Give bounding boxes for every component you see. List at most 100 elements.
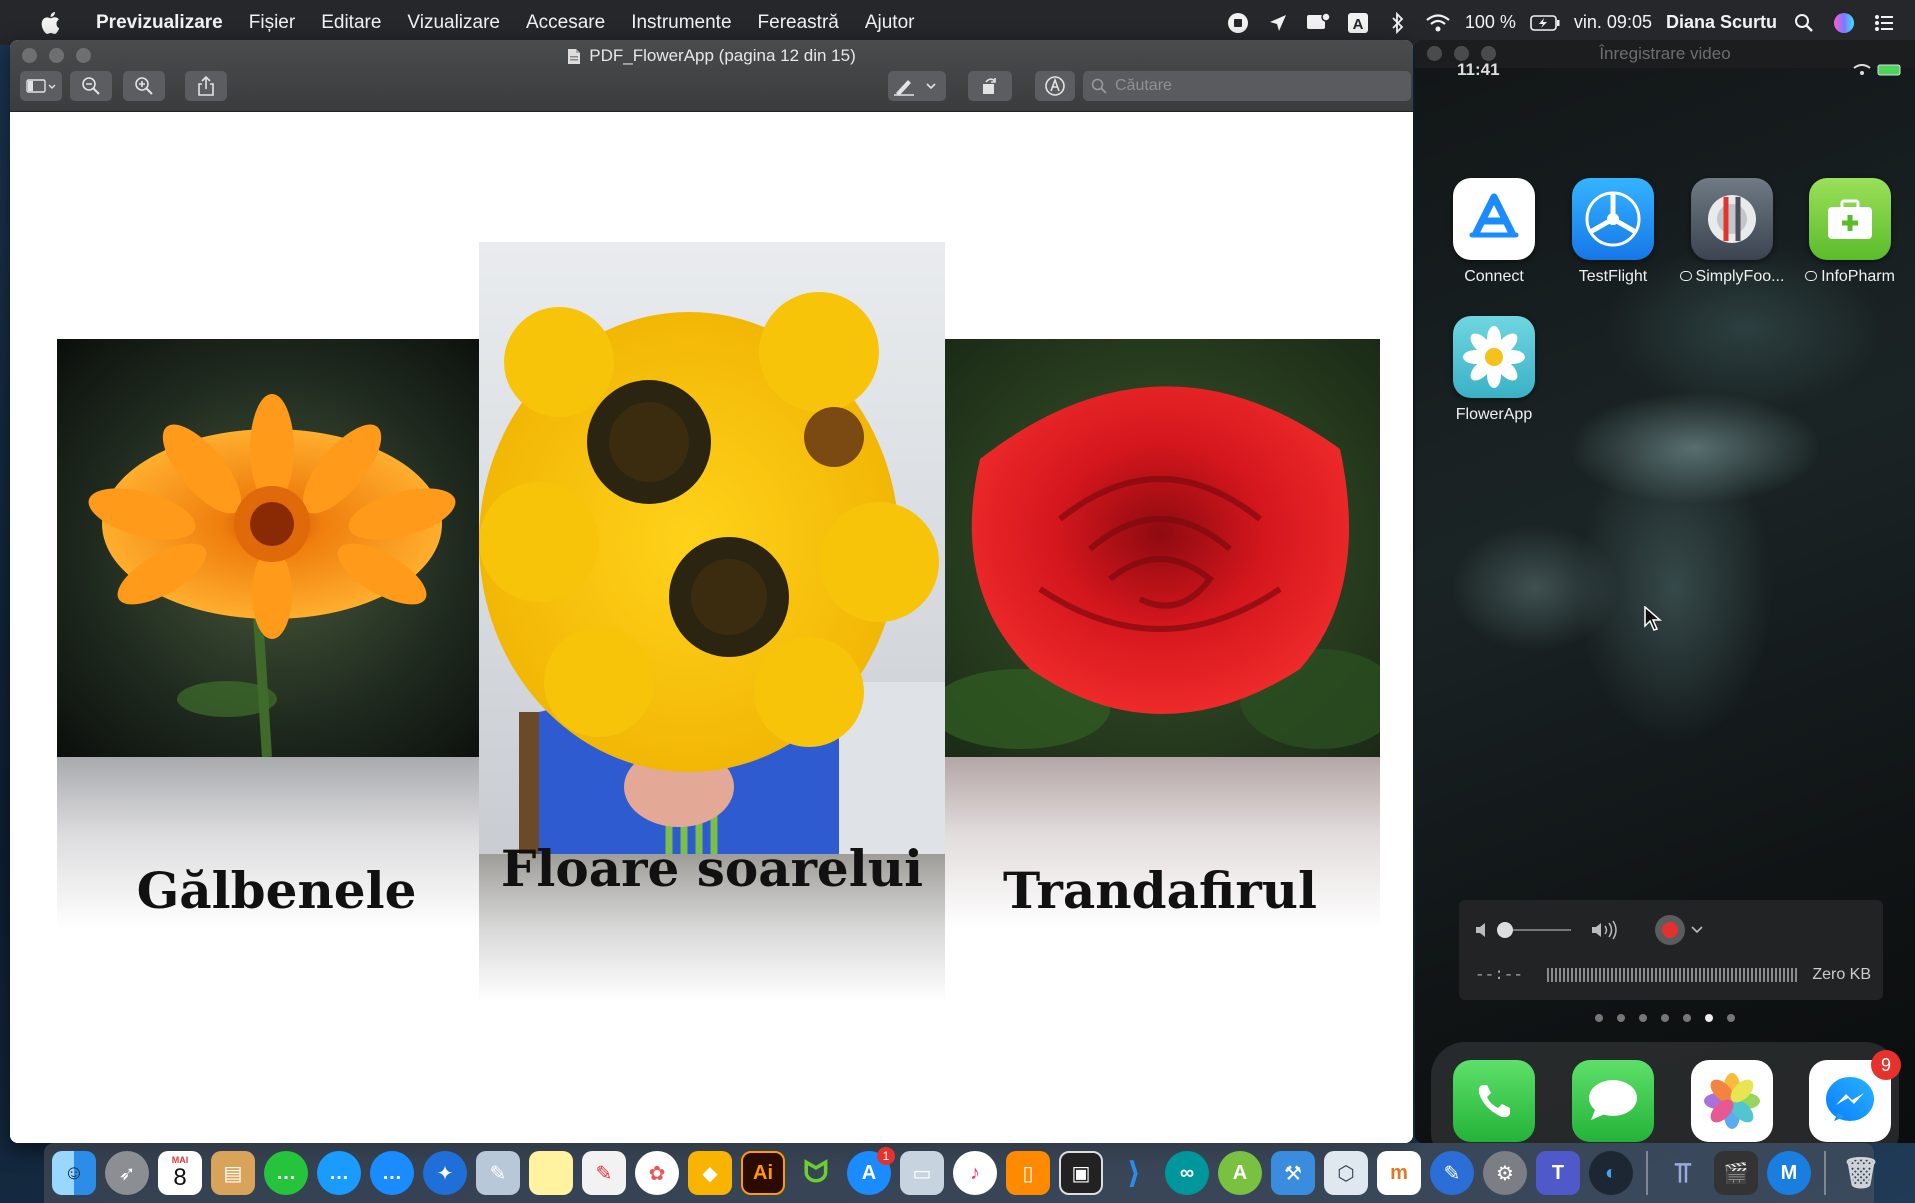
- teams-icon[interactable]: T: [1536, 1151, 1580, 1195]
- app-flowerapp[interactable]: FlowerApp: [1453, 316, 1535, 424]
- menu-help[interactable]: Ajutor: [865, 12, 915, 34]
- music-icon[interactable]: ♪: [953, 1151, 997, 1195]
- screenflow-icon[interactable]: ◐: [1589, 1151, 1633, 1195]
- page-dot-active: [1705, 1014, 1713, 1022]
- input-source-icon[interactable]: A: [1345, 9, 1371, 37]
- messages-mac-icon[interactable]: …: [370, 1151, 414, 1195]
- android-studio-icon[interactable]: A: [1218, 1151, 1262, 1195]
- notes-icon[interactable]: [529, 1151, 573, 1195]
- messages-icon[interactable]: [1572, 1060, 1654, 1142]
- app-connect[interactable]: Connect: [1453, 178, 1535, 286]
- trash-icon[interactable]: 🗑: [1839, 1151, 1883, 1195]
- battery-icon[interactable]: [1530, 9, 1560, 37]
- arduino-icon[interactable]: ∞: [1165, 1151, 1209, 1195]
- pdf-page: Gălbenele Trandafirul Floare soarelui: [10, 112, 1413, 1143]
- window-manager-icon[interactable]: ▣: [1059, 1151, 1103, 1195]
- keynote-icon[interactable]: ⫪: [1661, 1151, 1705, 1195]
- rotate-button[interactable]: [968, 71, 1012, 101]
- screen-record-icon[interactable]: [1225, 9, 1251, 37]
- calendar-day: 8: [173, 1163, 187, 1191]
- sidebar-toggle-button[interactable]: [20, 71, 62, 101]
- markup-button[interactable]: [888, 71, 946, 101]
- bluetooth-icon[interactable]: [1385, 9, 1411, 37]
- macos-dock: ☺ ➶ MAI 8 ▤ … … … ✦ ✎ ✎ ✿ ◆ Ai ᗢ A1 ▭ ♪ …: [44, 1143, 1880, 1203]
- calendula-photo: [57, 339, 496, 757]
- clock[interactable]: vin. 09:05: [1574, 12, 1652, 33]
- virtualbox-icon[interactable]: ⬡: [1324, 1151, 1368, 1195]
- messenger-badge: 9: [1871, 1050, 1901, 1080]
- caption-calendula: Gălbenele: [136, 861, 417, 920]
- infopharm-icon: [1809, 178, 1891, 260]
- final-cut-icon[interactable]: 🎬: [1714, 1151, 1758, 1195]
- safari-icon[interactable]: ✦: [423, 1151, 467, 1195]
- image-capture-icon[interactable]: ▭: [900, 1151, 944, 1195]
- control-center-icon[interactable]: [1871, 9, 1897, 37]
- zoom-out-icon: [82, 77, 100, 95]
- finder-icon[interactable]: ☺: [52, 1151, 96, 1195]
- notes-ledger-icon[interactable]: ▤: [211, 1151, 255, 1195]
- launchpad-icon[interactable]: ➶: [105, 1151, 149, 1195]
- flower-card-calendula: Gălbenele: [57, 339, 496, 929]
- app-infopharm[interactable]: InfoPharm: [1805, 178, 1895, 286]
- textedit-icon[interactable]: ✎: [582, 1151, 626, 1195]
- phone-icon[interactable]: [1453, 1060, 1535, 1142]
- menu-go[interactable]: Accesare: [526, 12, 605, 34]
- menu-window[interactable]: Fereastră: [758, 12, 839, 34]
- page-indicator[interactable]: [1415, 1014, 1915, 1022]
- messenger-icon[interactable]: 9: [1809, 1050, 1901, 1142]
- siri-icon[interactable]: [1831, 9, 1857, 37]
- app-store-icon[interactable]: A1: [847, 1147, 895, 1195]
- chat-bubble-icon[interactable]: …: [317, 1151, 361, 1195]
- wifi-icon[interactable]: [1425, 9, 1451, 37]
- app-flowerapp-label: FlowerApp: [1455, 406, 1533, 423]
- testflight-icon: [1572, 178, 1654, 260]
- notification-icon[interactable]: [1305, 9, 1331, 37]
- app-simplyfood[interactable]: SimplyFoo...: [1679, 178, 1784, 286]
- pencil-app-icon[interactable]: ✎: [1430, 1151, 1474, 1195]
- photos-icon[interactable]: [1691, 1060, 1773, 1142]
- moodle-icon[interactable]: m: [1377, 1151, 1421, 1195]
- app-testflight[interactable]: TestFlight: [1572, 178, 1654, 286]
- svg-text:A: A: [1352, 16, 1363, 33]
- apple-logo-icon[interactable]: [32, 11, 68, 35]
- search-field[interactable]: [1083, 71, 1411, 101]
- menu-view[interactable]: Vizualizare: [407, 12, 500, 34]
- books-icon[interactable]: ▯: [1006, 1151, 1050, 1195]
- search-input[interactable]: [1115, 77, 1395, 95]
- preview-app-icon[interactable]: ✎: [476, 1151, 520, 1195]
- sourcetree-icon[interactable]: ᗢ: [794, 1151, 838, 1195]
- chevron-down-icon[interactable]: [1691, 926, 1703, 934]
- spotlight-search-icon[interactable]: [1791, 9, 1817, 37]
- xcode-icon[interactable]: ⚒: [1271, 1151, 1315, 1195]
- calendar-icon[interactable]: MAI 8: [158, 1151, 202, 1195]
- line-messenger-icon[interactable]: …: [264, 1151, 308, 1195]
- record-dot-icon: [1662, 922, 1678, 938]
- zoom-out-button[interactable]: [70, 71, 112, 101]
- app-infopharm-label: InfoPharm: [1789, 268, 1911, 286]
- menu-tools[interactable]: Instrumente: [631, 12, 731, 34]
- share-button[interactable]: [185, 71, 227, 101]
- recording-size: Zero KB: [1812, 966, 1871, 983]
- zoom-in-button[interactable]: [123, 71, 165, 101]
- record-button[interactable]: [1655, 915, 1685, 945]
- volume-slider[interactable]: [1503, 929, 1571, 931]
- annotate-button[interactable]: [1035, 71, 1075, 101]
- illustrator-label: Ai: [753, 1161, 773, 1184]
- volume-slider-knob[interactable]: [1497, 922, 1513, 938]
- menu-app-name[interactable]: Previzualizare: [96, 12, 223, 34]
- sketch-icon[interactable]: ◆: [688, 1151, 732, 1195]
- illustrator-icon[interactable]: Ai: [741, 1151, 785, 1195]
- photos-mac-icon[interactable]: ✿: [635, 1151, 679, 1195]
- sidebar-icon: [26, 79, 56, 93]
- mouse-pointer-icon: [1644, 606, 1662, 631]
- page-dot: [1617, 1014, 1625, 1022]
- downloads-folder-icon[interactable]: M: [1767, 1151, 1811, 1195]
- vscode-icon[interactable]: ⟩: [1112, 1151, 1156, 1195]
- preview-toolbar: PDF_FlowerApp (pagina 12 din 15): [10, 40, 1413, 112]
- icloud-download-icon: [1679, 271, 1692, 281]
- menu-file[interactable]: Fișier: [249, 12, 295, 34]
- system-preferences-icon[interactable]: ⚙: [1483, 1151, 1527, 1195]
- window-title-text: PDF_FlowerApp (pagina 12 din 15): [589, 46, 856, 65]
- menu-edit[interactable]: Editare: [321, 12, 381, 34]
- user-name[interactable]: Diana Scurtu: [1666, 12, 1777, 33]
